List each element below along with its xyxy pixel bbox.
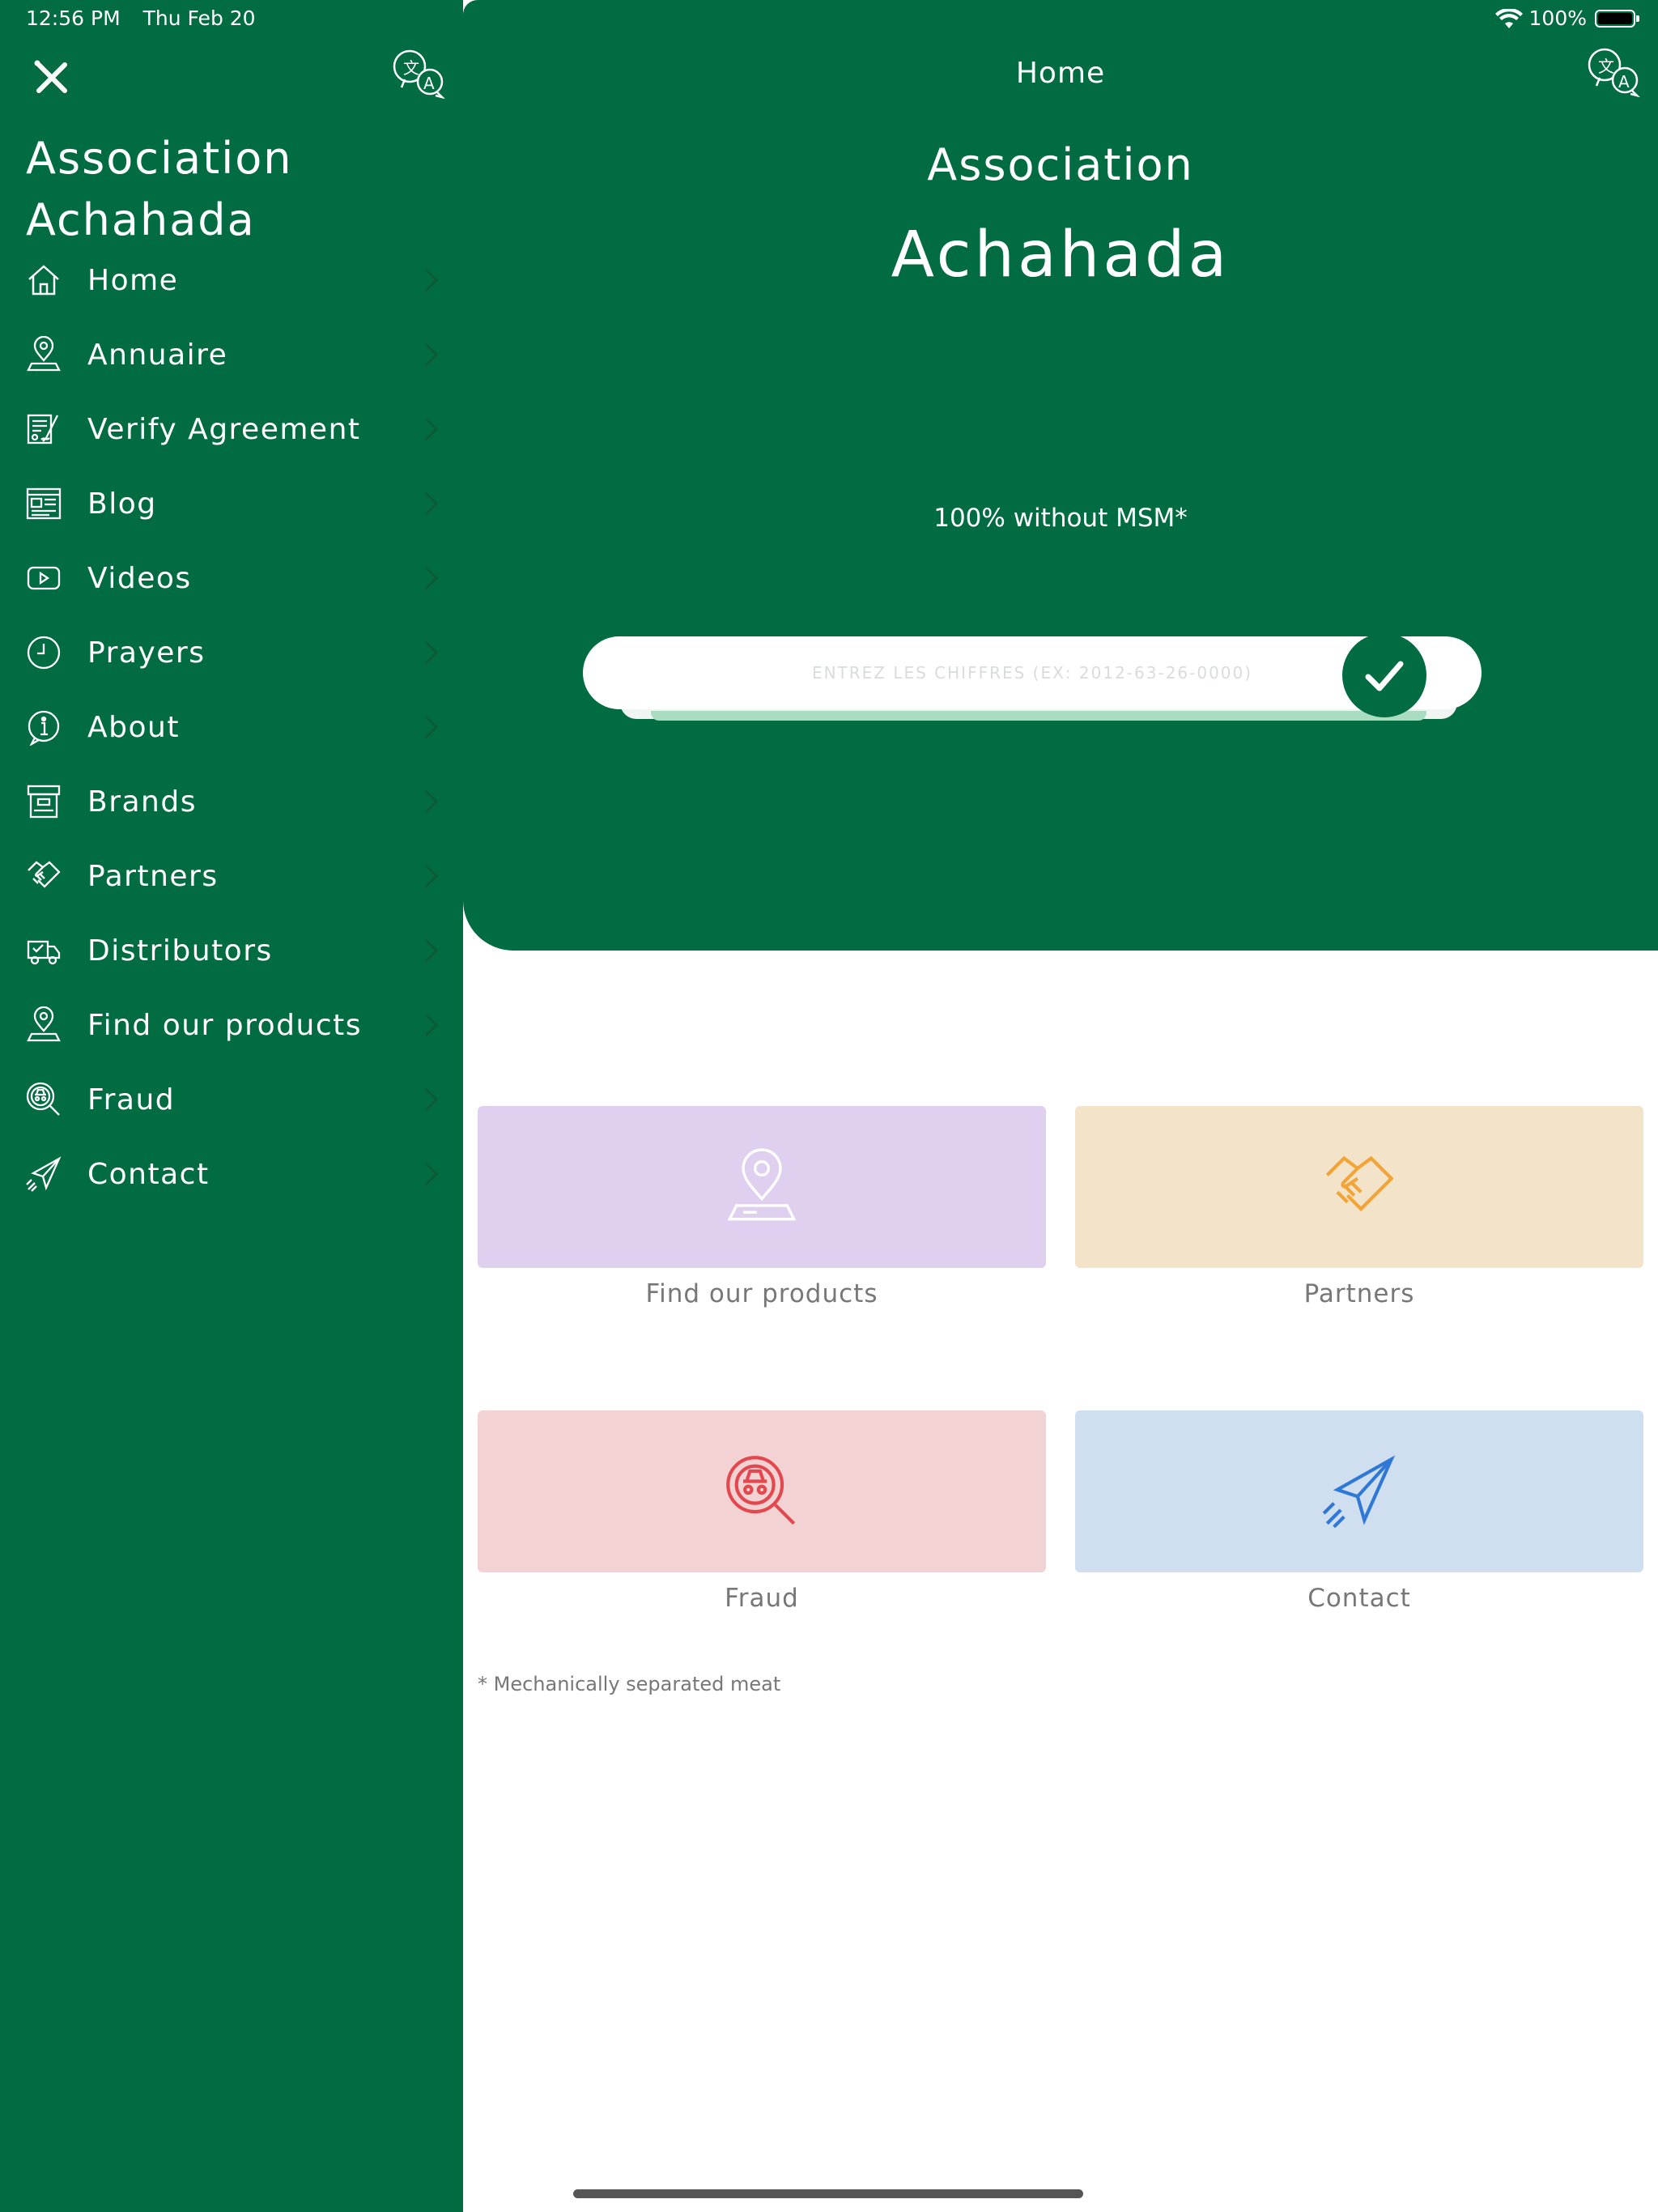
tile-label: Fraud <box>725 1584 799 1613</box>
status-date: Thu Feb 20 <box>142 6 256 30</box>
wifi-icon <box>1494 8 1523 28</box>
sidebar-item-brands[interactable]: Brands <box>0 764 463 839</box>
status-bar-right: 100% <box>1494 6 1639 30</box>
svg-text:文: 文 <box>1598 57 1614 76</box>
tagline: 100% without MSM* <box>933 504 1188 533</box>
close-x-icon <box>34 60 67 93</box>
handshake-icon <box>24 857 63 895</box>
location-pin-icon <box>24 335 63 374</box>
chevron-right-icon <box>424 640 439 665</box>
chevron-right-icon <box>424 1162 439 1186</box>
sidebar-item-label: About <box>87 710 180 744</box>
paper-plane-icon <box>24 1155 63 1193</box>
close-menu-button[interactable] <box>31 57 73 99</box>
language-button[interactable]: 文 A <box>392 49 446 100</box>
home-indicator[interactable] <box>573 2189 1083 2198</box>
hero-title: Achahada <box>891 219 1231 291</box>
sidebar-item-home[interactable]: Home <box>0 243 463 317</box>
sidebar-item-label: Brands <box>87 785 197 819</box>
spy-magnifier-icon <box>24 1080 63 1119</box>
newspaper-icon <box>24 484 63 523</box>
chevron-right-icon <box>424 938 439 963</box>
svg-text:A: A <box>1618 72 1630 91</box>
chevron-right-icon <box>424 342 439 367</box>
verify-submit-button[interactable] <box>1342 633 1426 717</box>
sidebar-item-contact[interactable]: Contact <box>0 1137 463 1211</box>
chevron-right-icon <box>424 1087 439 1112</box>
sidebar-menu: 12:56 PM Thu Feb 20 文 A Association Achah… <box>0 0 463 2212</box>
tile-label: Find our products <box>645 1279 878 1308</box>
sidebar-item-find-our-products[interactable]: Find our products <box>0 988 463 1062</box>
chevron-right-icon <box>424 1013 439 1037</box>
language-button[interactable]: 文 A <box>1587 47 1641 98</box>
chevron-right-icon <box>424 864 439 888</box>
tile-partners[interactable] <box>1075 1106 1643 1268</box>
sidebar-item-prayers[interactable]: Prayers <box>0 615 463 690</box>
status-time: 12:56 PM <box>26 6 121 30</box>
paper-plane-icon <box>1322 1455 1396 1529</box>
sidebar-item-label: Distributors <box>87 934 273 968</box>
svg-text:A: A <box>423 74 435 93</box>
footnote: * Mechanically separated meat <box>478 1673 781 1695</box>
tile-fraud[interactable] <box>478 1410 1046 1572</box>
handshake-icon <box>1325 1155 1394 1212</box>
chevron-right-icon <box>424 491 439 516</box>
battery-percent: 100% <box>1528 6 1587 30</box>
archive-box-icon <box>24 782 63 821</box>
tile-label: Partners <box>1303 1279 1415 1308</box>
sidebar-item-verify-agreement[interactable]: Verify Agreement <box>0 392 463 466</box>
translate-icon: 文 A <box>393 49 446 100</box>
sidebar-item-videos[interactable]: Videos <box>0 541 463 615</box>
sidebar-item-label: Partners <box>87 859 219 893</box>
sidebar-item-label: Verify Agreement <box>87 412 361 446</box>
tile-contact[interactable] <box>1075 1410 1643 1572</box>
page-title: Home <box>1015 57 1106 90</box>
sidebar-item-label: Find our products <box>87 1008 363 1042</box>
status-bar-left: 12:56 PM Thu Feb 20 <box>26 6 278 30</box>
translate-icon: 文 A <box>1588 48 1641 98</box>
sidebar-item-label: Blog <box>87 487 157 521</box>
checkmark-icon <box>1365 661 1404 691</box>
home-icon <box>24 261 63 300</box>
play-icon <box>24 559 63 598</box>
sidebar-item-label: Videos <box>87 561 192 595</box>
tile-find-our-products[interactable] <box>478 1106 1046 1268</box>
sidebar-item-annuaire[interactable]: Annuaire <box>0 317 463 392</box>
hero-header: 100% Home 文 A Association Achahada 100% … <box>463 0 1658 951</box>
sidebar-item-fraud[interactable]: Fraud <box>0 1062 463 1137</box>
sidebar-nav: Home Annuaire Verify Agreement Blog Vide… <box>0 243 463 1211</box>
sidebar-item-label: Home <box>87 263 179 297</box>
location-pin-icon <box>24 1006 63 1044</box>
battery-icon <box>1595 9 1639 28</box>
chevron-right-icon <box>424 268 439 292</box>
spy-magnifier-icon <box>726 1456 796 1525</box>
truck-icon <box>24 931 63 970</box>
sidebar-item-label: Fraud <box>87 1083 176 1117</box>
svg-text:文: 文 <box>403 58 419 78</box>
sidebar-item-about[interactable]: About <box>0 690 463 764</box>
sidebar-item-distributors[interactable]: Distributors <box>0 913 463 988</box>
location-pin-icon <box>727 1148 797 1221</box>
sidebar-item-partners[interactable]: Partners <box>0 839 463 913</box>
sidebar-item-label: Prayers <box>87 636 206 670</box>
certificate-icon <box>24 410 63 449</box>
sidebar-title: Association Achahada <box>26 133 293 245</box>
chevron-right-icon <box>424 789 439 814</box>
sidebar-item-label: Contact <box>87 1157 210 1191</box>
info-icon <box>24 708 63 747</box>
tile-label: Contact <box>1307 1584 1411 1613</box>
sidebar-item-label: Annuaire <box>87 338 228 372</box>
clock-icon <box>24 633 63 672</box>
hero-subtitle: Association <box>927 139 1194 190</box>
input-shadow-accent <box>651 711 1426 721</box>
sidebar-item-blog[interactable]: Blog <box>0 466 463 541</box>
chevron-right-icon <box>424 417 439 441</box>
chevron-right-icon <box>424 715 439 739</box>
chevron-right-icon <box>424 566 439 590</box>
